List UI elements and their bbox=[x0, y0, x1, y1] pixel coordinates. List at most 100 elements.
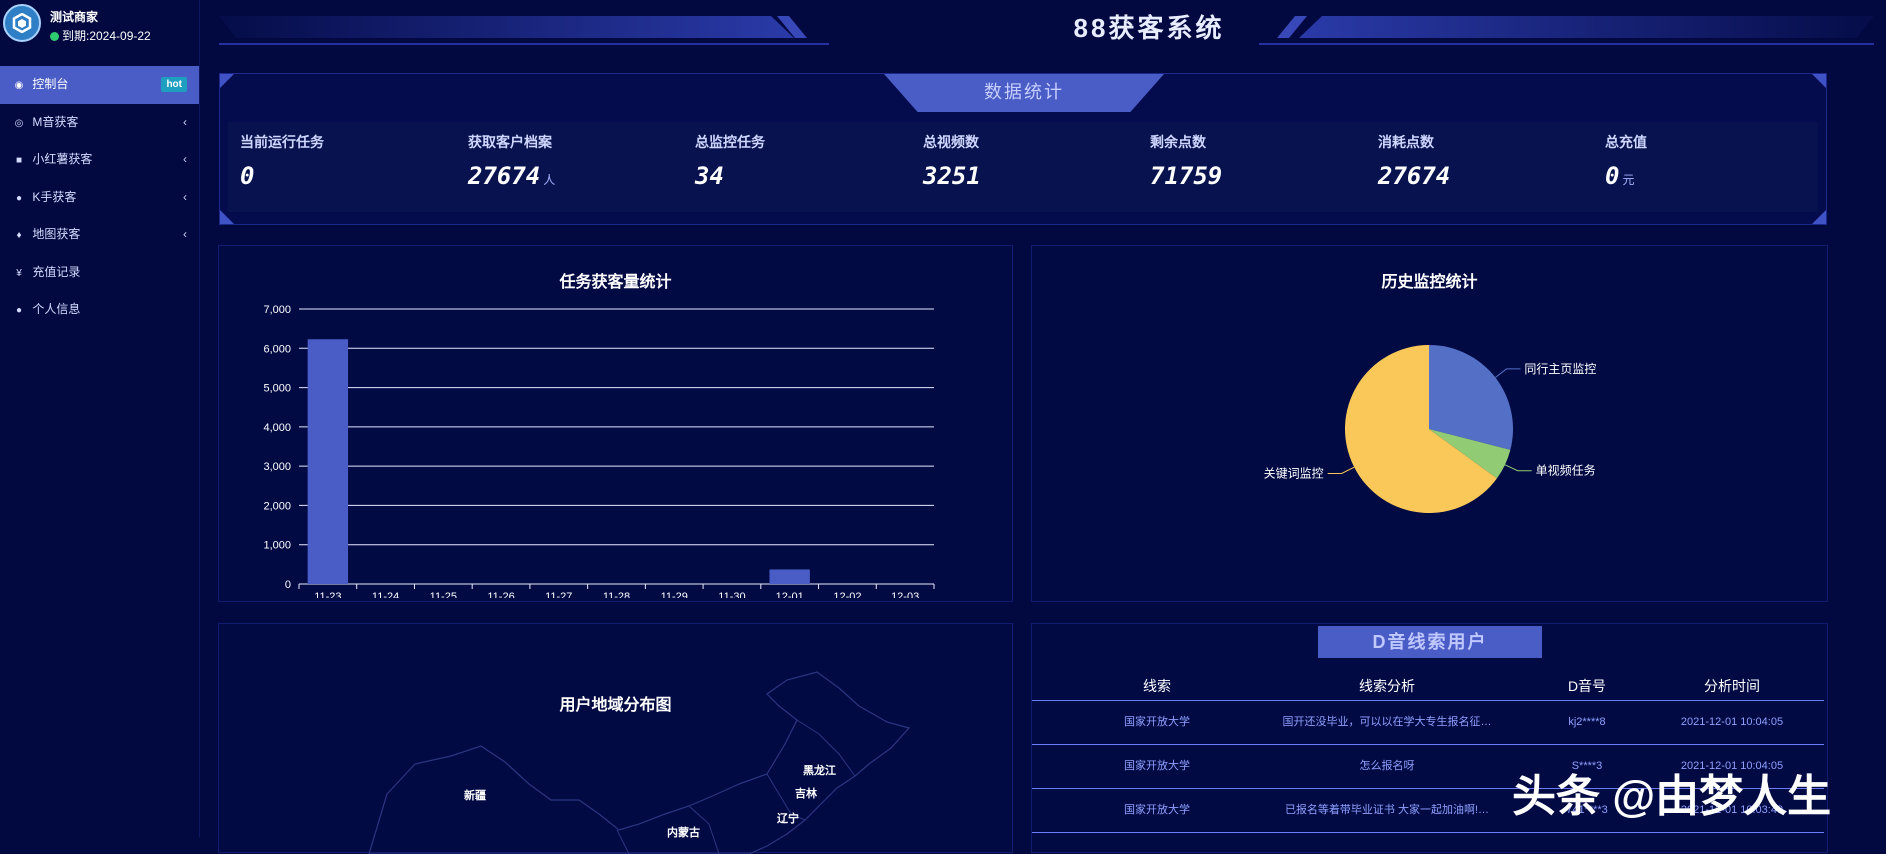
stat-value: 27674 人 bbox=[468, 162, 555, 190]
chevron-left-icon: ‹ bbox=[183, 189, 187, 204]
stat-value: 27674 bbox=[1378, 162, 1453, 190]
bar-chart-panel: 任务获客量统计 0 1,000 2,000 3,000 4,000 5,000 6,000 7… bbox=[218, 245, 1013, 602]
header: 88获客系统 bbox=[199, 0, 1886, 50]
cell-analysis: 已报名等着带毕业证书 大家一起加油啊!… bbox=[1284, 804, 1490, 816]
map-panel: 用户地域分布图 新疆 黑龙江 吉林 内蒙古 辽宁 bbox=[218, 623, 1013, 854]
merchant-name: 测试商家 bbox=[50, 10, 99, 24]
header-decoration-left bbox=[219, 16, 794, 38]
stats-title: 数据统计 bbox=[884, 74, 1164, 112]
sidebar-item-m-video[interactable]: ◎ M音获客 ‹ bbox=[0, 104, 199, 142]
y-tick-label: 2,000 bbox=[263, 500, 291, 512]
x-tick-label: 11-28 bbox=[603, 591, 630, 598]
pie-label: 单视频任务 bbox=[1536, 463, 1596, 478]
map-label-xinjiang: 新疆 bbox=[464, 788, 486, 802]
x-tick-label: 12-01 bbox=[776, 591, 804, 598]
stat-value: 34 bbox=[695, 162, 727, 190]
table-header: 线索 线索分析 D音号 分析时间 bbox=[1032, 672, 1824, 701]
cell-lead: 国家开放大学 bbox=[1124, 804, 1190, 816]
sidebar-item-recharge[interactable]: ¥ 充值记录 bbox=[0, 254, 199, 292]
pie-label-line bbox=[1495, 368, 1521, 378]
stat-number: 27674 bbox=[468, 162, 541, 190]
y-tick-label: 5,000 bbox=[263, 383, 291, 395]
china-map: 新疆 黑龙江 吉林 内蒙古 辽宁 bbox=[368, 671, 911, 854]
y-tick-label: 0 bbox=[285, 579, 291, 591]
map-label-jilin: 吉林 bbox=[795, 786, 817, 800]
sidebar-item-profile[interactable]: ● 个人信息 bbox=[0, 291, 199, 329]
sidebar-item-label: 小红薯获客 bbox=[32, 152, 93, 166]
sidebar-item-label: 个人信息 bbox=[32, 302, 81, 316]
corner-decoration bbox=[220, 74, 234, 88]
table-row[interactable]: 国家开放大学 国开还没毕业，可以以在学大专生报名征… kj2****8 2021… bbox=[1032, 701, 1824, 745]
stats-panel: 数据统计 当前运行任务 0 获取客户档案 27674 人 总监控任务 34 总视频… bbox=[219, 73, 1827, 225]
pie-label-line bbox=[1327, 466, 1355, 474]
brand: 测试商家 到期:2024-09-22 bbox=[0, 0, 199, 50]
status-dot-icon bbox=[50, 32, 59, 41]
bar-11-23 bbox=[307, 339, 349, 584]
x-tick-label: 12-03 bbox=[891, 591, 919, 598]
corner-decoration bbox=[1812, 74, 1826, 88]
y-tick-label: 3,000 bbox=[263, 461, 291, 473]
eye-icon: ◎ bbox=[14, 117, 24, 129]
hot-badge: hot bbox=[161, 77, 187, 92]
stat-number: 0 bbox=[1605, 162, 1620, 190]
x-tick-label: 11-23 bbox=[314, 591, 341, 598]
cell-account: kj2****8 bbox=[1568, 716, 1606, 728]
x-tick-label: 11-27 bbox=[545, 591, 572, 598]
sidebar-item-label: K手获客 bbox=[32, 189, 77, 204]
sidebar-item-label: 控制台 bbox=[32, 77, 69, 91]
stat-unit: 元 bbox=[1622, 173, 1635, 187]
map-label-heilongjiang: 黑龙江 bbox=[803, 763, 836, 777]
y-tick-label: 4,000 bbox=[263, 422, 291, 434]
sidebar-item-dashboard[interactable]: ◉ 控制台 hot bbox=[0, 66, 199, 104]
sidebar-item-map[interactable]: ♦ 地图获客 ‹ bbox=[0, 216, 199, 254]
user-icon: ● bbox=[15, 305, 23, 316]
y-tick-label: 6,000 bbox=[263, 343, 291, 355]
map-pin-icon: ♦ bbox=[16, 230, 22, 241]
map-label-liaoning: 辽宁 bbox=[777, 811, 799, 825]
x-tick-label: 11-29 bbox=[661, 591, 688, 598]
stat-label: 剩余点数 bbox=[1150, 134, 1206, 150]
stat-label: 获取客户档案 bbox=[468, 134, 552, 150]
bar-chart: 0 1,000 2,000 3,000 4,000 5,000 6,000 7,000 11-2… bbox=[263, 304, 935, 598]
circle-dot-icon: ● bbox=[15, 192, 23, 204]
dashboard-icon: ◉ bbox=[14, 80, 24, 91]
stat-number: 34 bbox=[695, 162, 724, 190]
logo-icon bbox=[3, 4, 41, 42]
expire-text: 到期:2024-09-22 bbox=[62, 29, 151, 43]
sidebar-item-label: M音获客 bbox=[32, 114, 79, 129]
stat-label: 总充值 bbox=[1605, 134, 1647, 150]
cell-time: 2021-12-01 10:04:05 bbox=[1680, 716, 1784, 728]
cell-lead: 国家开放大学 bbox=[1124, 716, 1190, 728]
sidebar-item-label: 地图获客 bbox=[32, 227, 81, 241]
stat-value: 3251 bbox=[923, 162, 984, 190]
stat-number: 27674 bbox=[1378, 162, 1451, 190]
sidebar: 测试商家 到期:2024-09-22 ◉ 控制台 hot ◎ M音获客 ‹ ■ … bbox=[0, 0, 200, 838]
expire-date: 到期:2024-09-22 bbox=[50, 27, 151, 44]
corner-decoration bbox=[220, 210, 234, 224]
pie-label: 同行主页监控 bbox=[1524, 362, 1596, 376]
y-tick-label: 7,000 bbox=[263, 304, 291, 316]
x-tick-label: 11-24 bbox=[372, 591, 399, 598]
sidebar-item-label: 充值记录 bbox=[32, 264, 81, 279]
stat-label: 总视频数 bbox=[923, 134, 979, 150]
corner-decoration bbox=[1812, 210, 1826, 224]
page-title: 88获客系统 bbox=[1073, 13, 1225, 43]
sidebar-item-k-video[interactable]: ● K手获客 ‹ bbox=[0, 179, 199, 217]
cell-lead: 国家开放大学 bbox=[1124, 760, 1190, 772]
bar-12-01 bbox=[769, 569, 810, 584]
header-line-left bbox=[219, 43, 829, 45]
cell-analysis: 国开还没毕业，可以以在学大专生报名征… bbox=[1282, 716, 1492, 728]
pie-label-line bbox=[1504, 464, 1532, 472]
stat-number: 0 bbox=[240, 162, 255, 190]
pie-chart: 同行主页监控单视频任务 关键词监控 bbox=[1264, 345, 1596, 513]
x-tick-label: 11-25 bbox=[430, 591, 457, 598]
header-line-right bbox=[1259, 43, 1874, 45]
column-header: 线索 bbox=[1143, 678, 1171, 694]
sidebar-item-xiaohongshu[interactable]: ■ 小红薯获客 ‹ bbox=[0, 141, 199, 179]
stat-unit: 人 bbox=[543, 173, 556, 187]
book-icon: ■ bbox=[15, 155, 23, 166]
stats-row: 当前运行任务 0 获取客户档案 27674 人 总监控任务 34 总视频数 325… bbox=[228, 122, 1818, 212]
pie-label: 关键词监控 bbox=[1264, 466, 1324, 480]
chevron-left-icon: ‹ bbox=[183, 114, 187, 129]
cell-analysis: 怎么报名呀 bbox=[1359, 760, 1415, 772]
